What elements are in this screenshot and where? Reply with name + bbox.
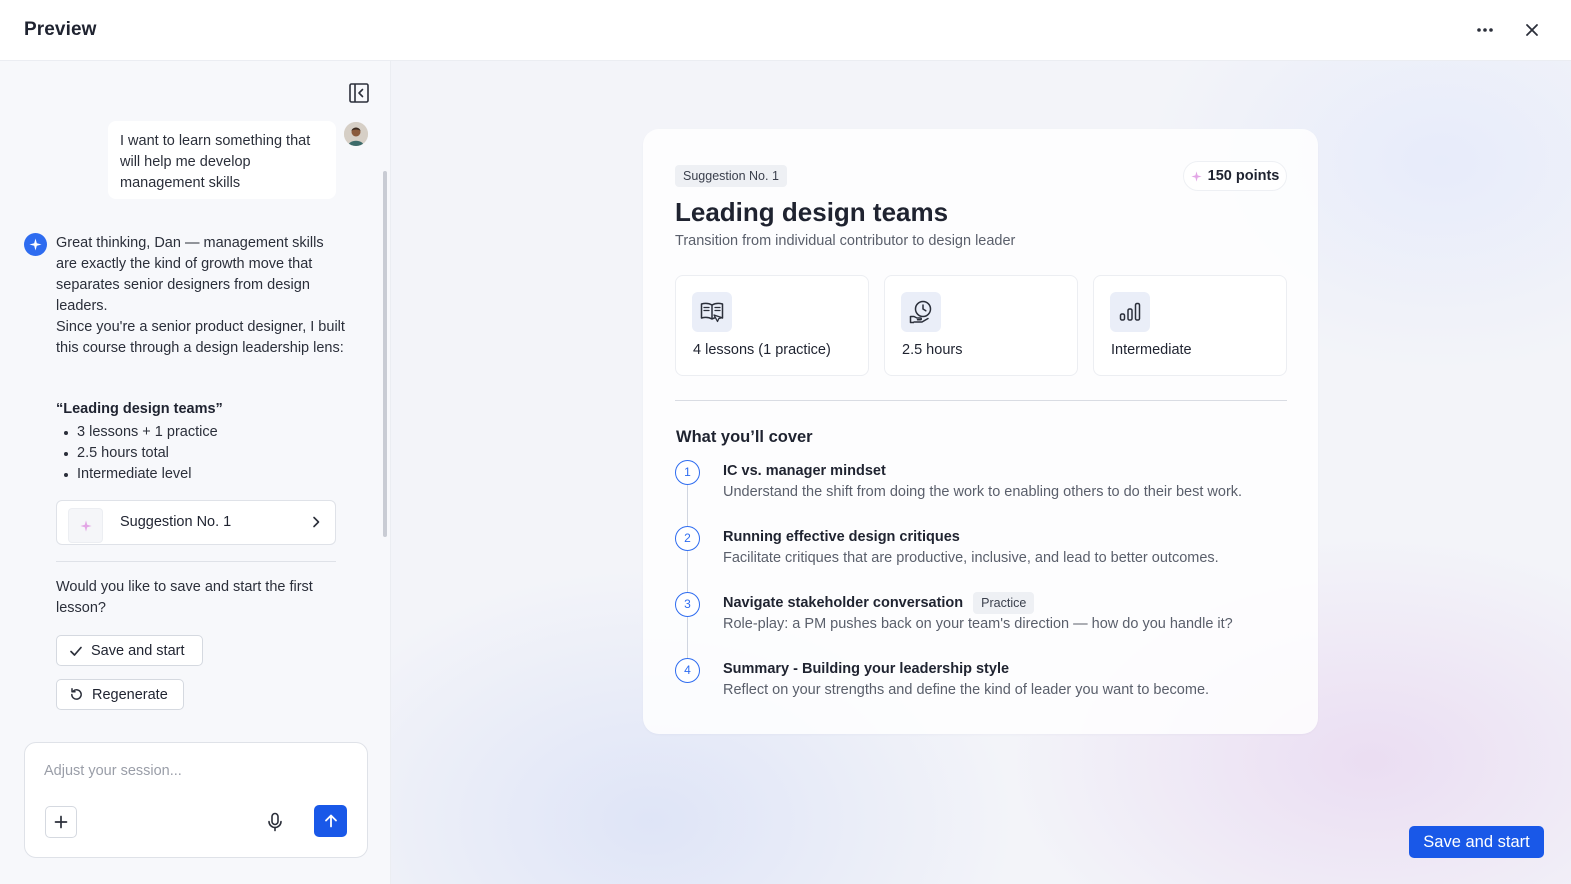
stat-label: 4 lessons (1 practice) [693, 342, 831, 358]
chat-scrollbar[interactable] [383, 171, 387, 537]
course-quote: “Leading design teams” [56, 401, 223, 417]
clock-hand-icon [901, 292, 941, 332]
step-description: Understand the shift from doing the work… [723, 484, 1243, 500]
save-question: Would you like to save and start the fir… [56, 579, 313, 616]
step-title: Summary - Building your leadership style [723, 661, 1009, 677]
collapse-sidebar-icon [349, 83, 369, 103]
assistant-message: Great thinking, Dan — management skills … [56, 233, 346, 359]
more-horizontal-icon [1477, 28, 1493, 32]
suggestion-thumbnail [68, 508, 103, 543]
step-number: 1 [675, 460, 700, 485]
list-item: Intermediate level [64, 464, 218, 485]
stat-level: Intermediate [1093, 275, 1287, 376]
stat-lessons: 4 lessons (1 practice) [675, 275, 869, 376]
list-item: 3 lessons + 1 practice [64, 422, 218, 443]
microphone-button[interactable] [263, 809, 287, 835]
more-options-button[interactable] [1471, 16, 1499, 44]
course-card: Suggestion No. 1 150 points Leading desi… [643, 129, 1318, 734]
suggestion-tag: Suggestion No. 1 [675, 165, 787, 187]
chat-panel: I want to learn something that will help… [0, 61, 391, 884]
chat-save-and-start-button[interactable]: Save and start [56, 635, 203, 666]
step-title: IC vs. manager mindset [723, 463, 886, 479]
message-composer [24, 742, 368, 858]
step-number: 2 [675, 526, 700, 551]
step-title-text: IC vs. manager mindset [723, 463, 886, 479]
points-label: 150 points [1207, 168, 1280, 184]
book-icon [692, 292, 732, 332]
course-subtitle: Transition from individual contributor t… [675, 233, 1016, 249]
avatar [344, 122, 368, 146]
regenerate-button[interactable]: Regenerate [56, 679, 184, 710]
check-icon [70, 646, 82, 656]
suggestion-card[interactable]: Suggestion No. 1 [56, 500, 336, 545]
session-input[interactable] [44, 763, 344, 779]
sparkle-icon [79, 519, 92, 532]
step-description: Reflect on your strengths and define the… [723, 682, 1210, 698]
send-button[interactable] [314, 805, 347, 837]
close-button[interactable] [1518, 16, 1546, 44]
bar-chart-icon [1110, 292, 1150, 332]
close-icon [1526, 24, 1538, 36]
sparkle-icon [1191, 170, 1202, 182]
step-description: Facilitate critiques that are productive… [723, 550, 1219, 566]
microphone-icon [268, 812, 282, 832]
refresh-icon [71, 687, 82, 700]
cover-section-title: What you’ll cover [676, 428, 813, 446]
step-title-text: Summary - Building your leadership style [723, 661, 1010, 677]
user-message: I want to learn something that will help… [108, 121, 336, 199]
divider [675, 400, 1287, 401]
stat-duration: 2.5 hours [884, 275, 1078, 376]
course-preview-area: Suggestion No. 1 150 points Leading desi… [391, 61, 1571, 884]
save-and-start-button[interactable]: Save and start [1409, 826, 1544, 858]
step-number: 4 [675, 658, 700, 683]
step-description: Role-play: a PM pushes back on your team… [723, 616, 1233, 632]
plus-icon [54, 815, 68, 829]
divider [56, 561, 336, 562]
chevron-right-icon [313, 516, 320, 528]
stat-label: 2.5 hours [902, 342, 963, 358]
preview-header: Preview [0, 0, 1571, 61]
assistant-paragraph: Since you're a senior product designer, … [56, 319, 345, 356]
add-attachment-button[interactable] [45, 806, 77, 838]
course-title: Leading design teams [675, 197, 949, 227]
collapse-panel-button[interactable] [348, 82, 370, 104]
practice-badge: Practice [973, 592, 1035, 614]
timeline-line [687, 484, 688, 669]
list-item: 2.5 hours total [64, 443, 218, 464]
step-title: Navigate stakeholder conversation Practi… [723, 592, 1035, 614]
step-title-text: Navigate stakeholder conversation [723, 595, 964, 611]
arrow-up-icon [324, 814, 337, 828]
save-label: Save and start [91, 642, 185, 659]
regenerate-label: Regenerate [92, 686, 168, 703]
points-badge: 150 points [1183, 161, 1287, 191]
suggestion-card-label: Suggestion No. 1 [120, 514, 232, 530]
step-title-text: Running effective design critiques [723, 529, 960, 545]
step-number: 3 [675, 592, 700, 617]
assistant-icon [24, 233, 47, 256]
stat-label: Intermediate [1111, 342, 1192, 358]
step-title: Running effective design critiques [723, 529, 960, 545]
page-title: Preview [24, 19, 97, 40]
assistant-paragraph: Great thinking, Dan — management skills … [56, 235, 324, 314]
course-bullets: 3 lessons + 1 practice 2.5 hours total I… [64, 422, 218, 485]
